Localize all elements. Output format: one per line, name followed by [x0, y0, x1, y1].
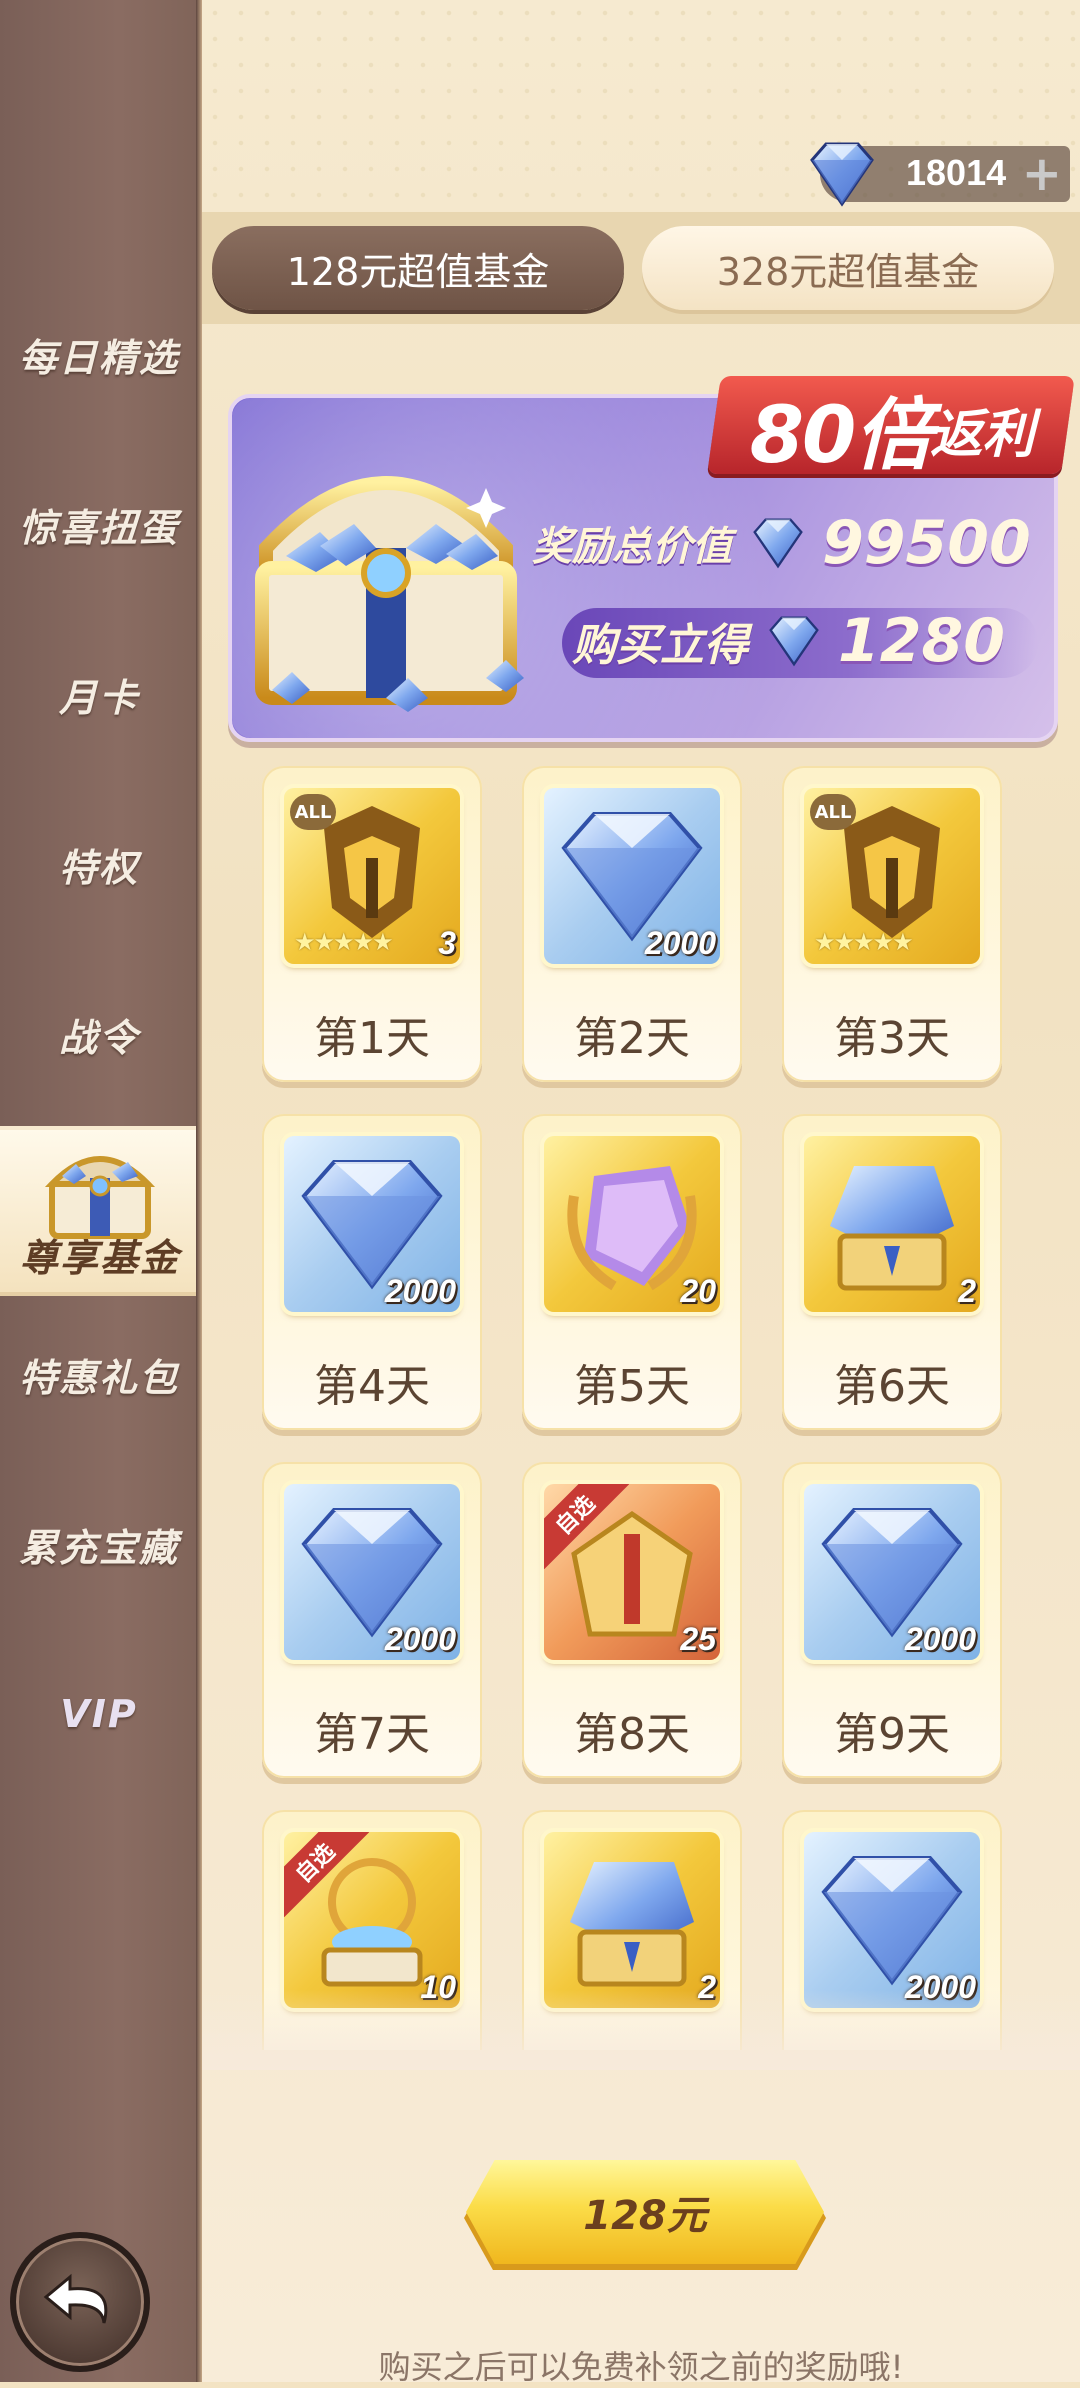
sidebar-item-label: 每日精选	[18, 335, 179, 380]
diamond-balance: 18014 +	[810, 142, 1070, 207]
add-diamonds-button[interactable]: +	[1022, 150, 1062, 198]
day-reward-card[interactable]: 2000 第7天	[262, 1462, 482, 1778]
item-count: 3	[438, 925, 456, 961]
day-label: 第6天	[834, 1361, 950, 1412]
back-button[interactable]	[10, 2232, 150, 2372]
reward-item[interactable]: 2	[544, 1832, 720, 2008]
fund-panel: 18014 + 128元超值基金 328元超值基金 80倍 返利 奖励总价值 9…	[202, 0, 1080, 2386]
day-reward-card[interactable]: 2000 第2天	[522, 766, 742, 1082]
sidebar-item-label: 战令	[58, 1015, 139, 1060]
rebate-label: 返利	[930, 404, 1035, 465]
buy-button[interactable]: 128元	[466, 2160, 824, 2264]
item-count: 2000	[644, 925, 716, 961]
day-label: 第5天	[574, 1361, 690, 1412]
sidebar-item-special-pack[interactable]: 特惠礼包	[0, 1290, 198, 1458]
sidebar-item-vip[interactable]: VIP	[0, 1630, 198, 1798]
item-count: 2	[958, 1273, 976, 1309]
day-label: 第7天	[314, 1709, 430, 1760]
sidebar-item-premium-fund[interactable]: 尊享基金	[0, 1126, 200, 1296]
all-tag: ALL	[290, 794, 336, 830]
day-label: 第2天	[574, 1013, 690, 1064]
diamond-icon	[769, 616, 819, 667]
sidebar-item-monthly-card[interactable]: 月卡	[0, 610, 198, 778]
purchase-note: 购买之后可以免费补领之前的奖励哦!	[378, 2348, 904, 2386]
day-reward-card[interactable]: 20 第5天	[522, 1114, 742, 1430]
reward-item[interactable]: 自选 10	[284, 1832, 460, 2008]
sidebar-item-daily-picks[interactable]: 每日精选	[0, 270, 198, 438]
total-reward-row: 奖励总价值 99500	[532, 508, 1031, 578]
day-reward-card[interactable]: 2000 第9天	[782, 1462, 1002, 1778]
day-label: 第4天	[314, 1361, 430, 1412]
sidebar-item-label: 累充宝藏	[18, 1525, 179, 1570]
crystal-chest-icon	[544, 1832, 720, 2008]
reward-item[interactable]: 2000	[544, 788, 720, 964]
star-rating: ★★★★★	[294, 928, 394, 956]
item-count: 2000	[904, 1621, 976, 1657]
item-count: 2000	[384, 1273, 456, 1309]
day-label: 第3天	[834, 1013, 950, 1064]
sidebar-item-label: 惊喜扭蛋	[18, 505, 179, 550]
item-count: 20	[680, 1273, 716, 1309]
sidebar-item-label: 特权	[58, 845, 139, 890]
sidebar-item-label: 月卡	[58, 675, 139, 720]
diamond-icon	[753, 518, 803, 569]
reward-item[interactable]: ALL ★★★★★	[804, 788, 980, 964]
total-reward-value: 99500	[822, 508, 1031, 578]
reward-item[interactable]: 2000	[804, 1484, 980, 1660]
diamond-balance-value: 18014	[906, 152, 1007, 193]
instant-reward-label: 购买立得	[572, 620, 748, 671]
sidebar-item-gacha[interactable]: 惊喜扭蛋	[0, 440, 198, 608]
sidebar-item-privilege[interactable]: 特权	[0, 780, 198, 948]
grid-fade	[202, 1990, 1080, 2070]
reward-item[interactable]: 2000	[284, 1136, 460, 1312]
rebate-ribbon-text: 80倍 返利	[722, 384, 1062, 481]
day-label: 第1天	[314, 1013, 430, 1064]
tab-label: 328元超值基金	[716, 249, 980, 294]
tab-128-fund[interactable]: 128元超值基金	[212, 226, 624, 310]
rebate-multiplier: 80倍	[749, 391, 933, 481]
daily-reward-grid: ALL ★★★★★ 3 第1天 2000 第2天 ALL ★★★★★ 第3天 2000 第4天 20 第…	[202, 740, 1080, 2050]
instant-reward-row: 购买立得 1280	[572, 606, 1005, 676]
sidebar-item-recharge-treasure[interactable]: 累充宝藏	[0, 1460, 198, 1628]
day-reward-card[interactable]: 2000 第4天	[262, 1114, 482, 1430]
day-reward-card[interactable]: ALL ★★★★★ 第3天	[782, 766, 1002, 1082]
all-tag: ALL	[810, 794, 856, 830]
reward-item[interactable]: ALL ★★★★★ 3	[284, 788, 460, 964]
star-rating: ★★★★★	[814, 928, 914, 956]
instant-reward-value: 1280	[838, 606, 1005, 676]
reward-item[interactable]: 自选 25	[544, 1484, 720, 1660]
back-arrow-icon	[43, 2273, 108, 2324]
day-reward-card[interactable]: 自选 25 第8天	[522, 1462, 742, 1778]
item-count: 25	[680, 1621, 716, 1657]
tab-label: 128元超值基金	[286, 249, 550, 294]
reward-item[interactable]: 2	[804, 1136, 980, 1312]
sidebar-item-battle-pass[interactable]: 战令	[0, 950, 198, 1118]
day-label: 第8天	[574, 1709, 690, 1760]
category-sidebar: 每日精选 惊喜扭蛋 月卡 特权 战令 尊享基金 特惠礼包 累充宝藏 VIP	[0, 0, 200, 2382]
reward-item[interactable]: 2000	[804, 1832, 980, 2008]
crystal-chest-icon	[804, 1136, 980, 1312]
buy-button-label: 128元	[583, 2193, 707, 2239]
day-reward-card[interactable]: 2 第6天	[782, 1114, 1002, 1430]
day-reward-card[interactable]: ALL ★★★★★ 3 第1天	[262, 766, 482, 1082]
item-count: 2000	[384, 1621, 456, 1657]
sidebar-item-label: 特惠礼包	[18, 1355, 179, 1400]
reward-item[interactable]: 2000	[284, 1484, 460, 1660]
fund-tabs: 128元超值基金 328元超值基金	[202, 212, 1080, 324]
diamond-icon	[810, 142, 874, 207]
day-label: 第9天	[834, 1709, 950, 1760]
sidebar-item-label: VIP	[60, 1692, 138, 1736]
treasure-chest-icon	[255, 476, 524, 712]
treasure-chest-icon	[44, 1156, 156, 1239]
tab-328-fund[interactable]: 328元超值基金	[642, 226, 1054, 310]
reward-item[interactable]: 20	[544, 1136, 720, 1312]
total-reward-label: 奖励总价值	[532, 524, 732, 570]
fund-banner: 80倍 返利 奖励总价值 99500 购买立得 1280	[228, 376, 1075, 742]
